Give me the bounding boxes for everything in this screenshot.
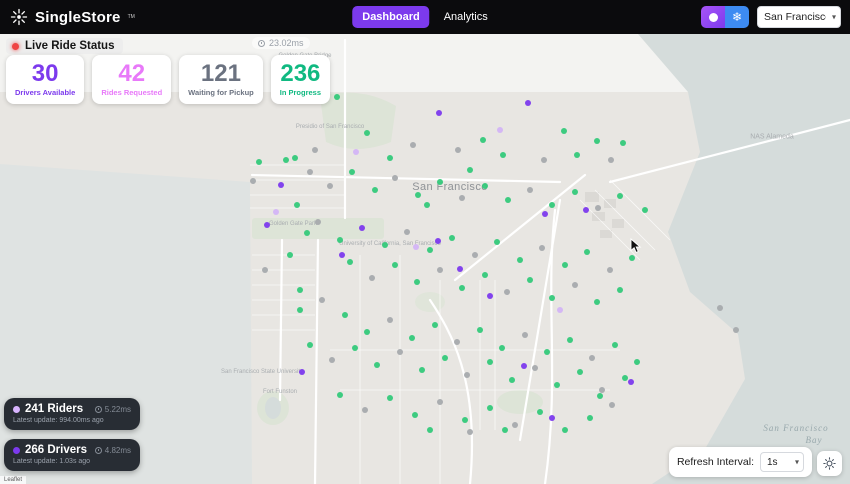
legend-card-drivers: 266 Drivers 4.82ms Latest update: 1.03s ag…: [4, 439, 140, 471]
stat-label: Waiting for Pickup: [188, 88, 254, 98]
top-bar: SingleStore TM Dashboard Analytics ❄ San…: [0, 0, 850, 34]
legend-subtitle: Latest update: 1.03s ago: [13, 458, 91, 465]
legend-subtitle: Latest update: 994.00ms ago: [13, 417, 104, 424]
legend-latency-value: 4.82ms: [104, 445, 131, 455]
database-toggle: ❄: [701, 6, 749, 28]
city-select-wrap: San Francisco: [757, 6, 841, 28]
stat-card-in-progress: 236 In Progress: [270, 55, 330, 105]
refresh-interval-select[interactable]: 1s: [760, 452, 804, 472]
stat-label: In Progress: [279, 88, 321, 98]
refresh-interval-card: Refresh Interval: 1s: [668, 446, 812, 477]
theme-toggle-button[interactable]: [817, 451, 842, 476]
stat-label: Drivers Available: [15, 88, 76, 98]
legend-latency-value: 5.22ms: [104, 404, 131, 414]
query-latency-chip: 23.02ms: [252, 37, 310, 49]
tab-dashboard[interactable]: Dashboard: [352, 6, 430, 28]
live-ride-status: Live Ride Status: [6, 38, 124, 54]
legend-latency-chip: 5.22ms: [94, 404, 131, 414]
live-ride-status-label: Live Ride Status: [25, 40, 115, 52]
live-indicator-dot: [12, 42, 19, 50]
clock-icon: [94, 405, 102, 413]
clock-icon: [258, 39, 265, 47]
stat-value: 236: [280, 60, 321, 87]
stat-card-rides-requested: 42 Rides Requested: [92, 55, 172, 105]
singlestore-icon: [708, 12, 718, 22]
brand-logo: SingleStore TM: [9, 7, 135, 27]
city-select[interactable]: San Francisco: [757, 6, 841, 28]
legend-title: 241 Riders: [25, 403, 84, 415]
stat-value: 121: [200, 60, 241, 87]
stat-card-waiting-for-pickup: 121 Waiting for Pickup: [179, 55, 263, 105]
legend-dot: [13, 405, 20, 413]
refresh-interval-label: Refresh Interval:: [676, 455, 754, 468]
legend-title: 266 Drivers: [25, 444, 88, 456]
legend-card-riders: 241 Riders 5.22ms Latest update: 994.00ms …: [4, 398, 140, 430]
legend-dot: [13, 446, 20, 454]
singlestore-db-button[interactable]: [701, 6, 725, 28]
map-attribution[interactable]: Leaflet: [0, 476, 27, 484]
main-tabs: Dashboard Analytics: [352, 6, 498, 28]
stat-card-drivers-available: 30 Drivers Available: [6, 55, 85, 105]
query-latency-value: 23.02ms: [269, 38, 304, 48]
snowflake-icon: ❄: [731, 10, 743, 24]
brand-trademark: TM: [127, 14, 135, 20]
clock-icon: [94, 446, 102, 454]
snowflake-db-button[interactable]: ❄: [725, 6, 749, 28]
header-right-controls: ❄ San Francisco: [701, 6, 841, 28]
stat-value: 42: [118, 60, 146, 87]
legend-latency-chip: 4.82ms: [94, 445, 131, 455]
stat-value: 30: [31, 60, 59, 87]
tab-analytics[interactable]: Analytics: [434, 6, 498, 28]
stats-row: 30 Drivers Available 42 Rides Requested 121 W…: [6, 55, 330, 105]
brand-name: SingleStore: [35, 8, 121, 26]
refresh-select-wrap: 1s: [760, 452, 804, 472]
stat-label: Rides Requested: [101, 88, 163, 98]
sun-icon: [823, 457, 836, 470]
singlestore-logo-icon: [10, 8, 28, 26]
